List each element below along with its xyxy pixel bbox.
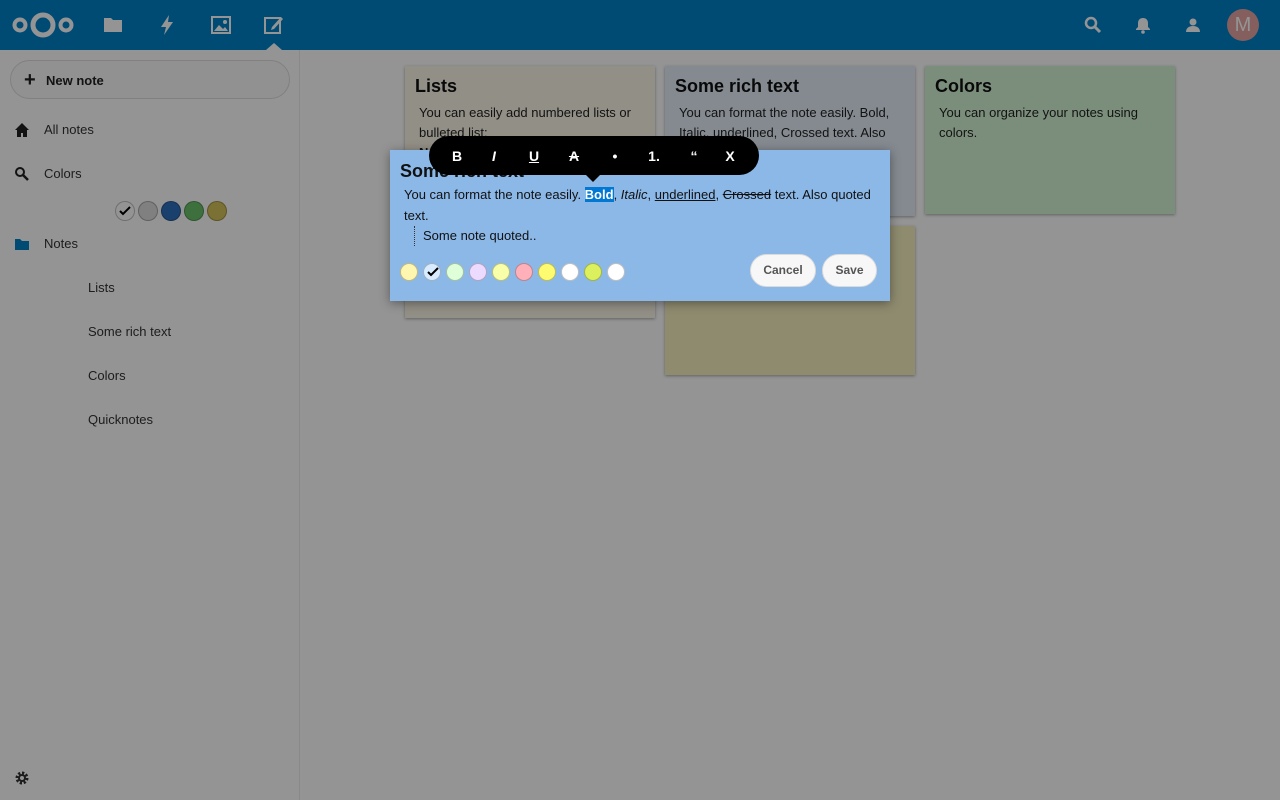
- editor-text: ,: [647, 187, 655, 202]
- color-swatch-1[interactable]: [400, 263, 418, 281]
- color-swatch-9[interactable]: [584, 263, 602, 281]
- underline-button[interactable]: U: [522, 146, 546, 166]
- color-swatch-2-selected[interactable]: [423, 263, 441, 281]
- color-swatch-10[interactable]: [607, 263, 625, 281]
- quote-button[interactable]: “: [682, 146, 706, 166]
- modal-backdrop[interactable]: [0, 0, 1280, 800]
- save-button[interactable]: Save: [822, 254, 877, 287]
- underlined-text: underlined: [654, 187, 716, 202]
- bold-button[interactable]: B: [445, 146, 469, 166]
- italic-text: Italic: [620, 187, 648, 202]
- bulleted-list-button[interactable]: •: [603, 146, 627, 166]
- formatting-toolbar: B I U A • 1. “ X: [429, 136, 759, 182]
- color-swatch-3[interactable]: [446, 263, 464, 281]
- editor-text: ,: [715, 187, 723, 202]
- crossed-text: Crossed: [722, 187, 772, 202]
- remove-format-button[interactable]: X: [718, 146, 742, 166]
- cancel-button[interactable]: Cancel: [750, 254, 816, 287]
- check-icon: [427, 267, 439, 277]
- color-swatch-8[interactable]: [561, 263, 579, 281]
- strikethrough-button[interactable]: A: [562, 146, 586, 166]
- color-swatch-6[interactable]: [515, 263, 533, 281]
- editor-text: ,: [613, 187, 621, 202]
- editor-content[interactable]: You can format the note easily. Bold, It…: [404, 184, 874, 226]
- editor-text: You can format the note easily.: [404, 187, 585, 202]
- toolbar-pointer: [585, 174, 601, 182]
- italic-button[interactable]: I: [482, 146, 506, 166]
- color-swatch-5[interactable]: [492, 263, 510, 281]
- color-swatch-4[interactable]: [469, 263, 487, 281]
- numbered-list-button[interactable]: 1.: [642, 146, 666, 166]
- editor-blockquote: Some note quoted..: [414, 226, 536, 246]
- selected-bold-text: Bold: [584, 187, 614, 202]
- color-swatch-7[interactable]: [538, 263, 556, 281]
